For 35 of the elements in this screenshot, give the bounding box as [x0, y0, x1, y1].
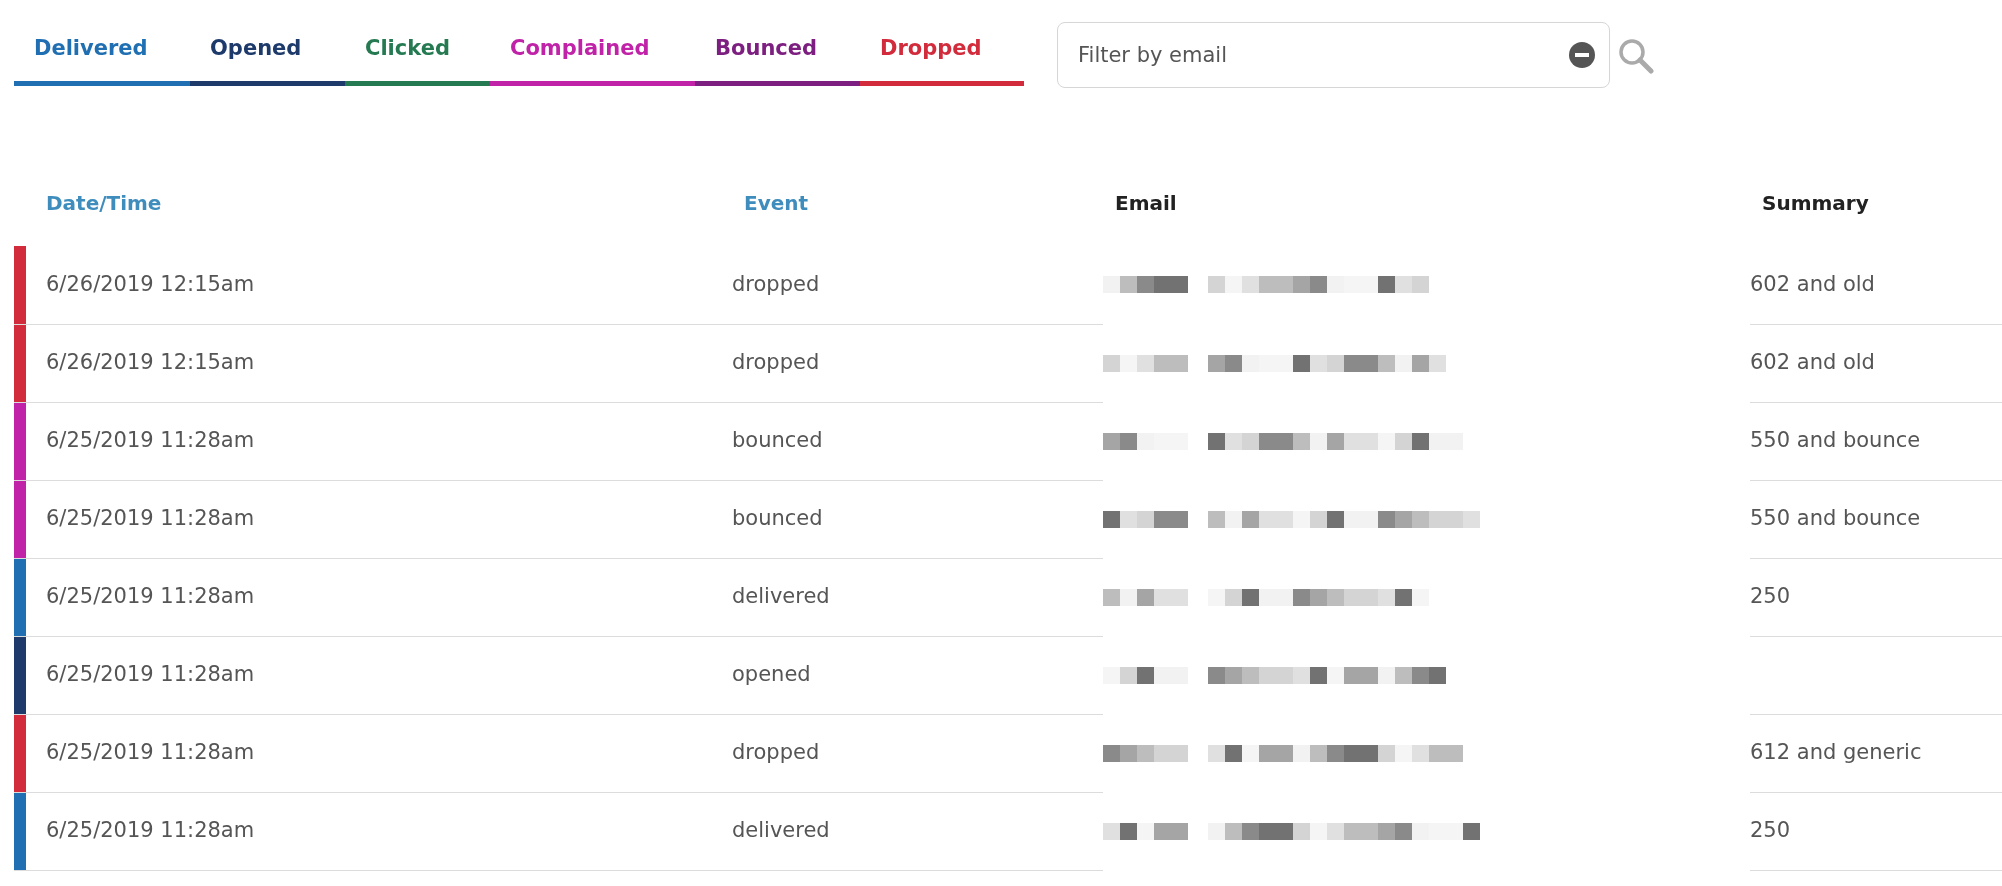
- event-tab[interactable]: Dropped: [860, 14, 1024, 86]
- column-header: Email: [1115, 191, 1177, 215]
- clear-icon[interactable]: [1568, 41, 1596, 69]
- event-text: dropped: [732, 350, 820, 375]
- date-time-text: 6/25/2019 11:28am: [46, 740, 255, 765]
- column-header: Summary: [1762, 191, 1869, 215]
- event-text: bounced: [732, 428, 823, 453]
- event-tab[interactable]: Complained: [490, 14, 695, 86]
- filter-field[interactable]: Filter by email: [1057, 22, 1610, 88]
- summary-text: 550 and bounce: [1750, 506, 1921, 531]
- summary-text: 602 and old: [1750, 272, 1875, 296]
- date-time-text: 6/25/2019 11:28am: [46, 584, 255, 609]
- event-text: delivered: [732, 584, 830, 609]
- summary-text: 550 and bounce: [1750, 428, 1921, 453]
- event-tab[interactable]: Clicked: [345, 14, 490, 86]
- date-time-text: 6/25/2019 11:28am: [46, 428, 255, 453]
- sort-header-link[interactable]: Date/Time: [46, 191, 162, 215]
- date-time-text: 6/25/2019 11:28am: [46, 506, 255, 531]
- sort-header-link[interactable]: Event: [744, 191, 809, 215]
- event-text: dropped: [732, 740, 820, 765]
- event-text: opened: [732, 662, 811, 687]
- date-time-text: 6/26/2019 12:15am: [46, 350, 255, 375]
- date-time-text: 6/26/2019 12:15am: [46, 272, 255, 296]
- event-text: dropped: [732, 272, 820, 296]
- summary-text: 250: [1750, 584, 1791, 609]
- date-time-text: 6/25/2019 11:28am: [46, 818, 255, 843]
- event-text: delivered: [732, 818, 830, 843]
- event-tab[interactable]: Opened: [190, 14, 345, 86]
- event-tab[interactable]: Bounced: [695, 14, 860, 86]
- summary-text: 250: [1750, 818, 1791, 843]
- summary-text: 602 and old: [1750, 350, 1875, 375]
- summary-text: 612 and generic: [1750, 740, 1922, 765]
- date-time-text: 6/25/2019 11:28am: [46, 662, 255, 687]
- event-tab[interactable]: Delivered: [14, 14, 190, 86]
- event-text: bounced: [732, 506, 823, 531]
